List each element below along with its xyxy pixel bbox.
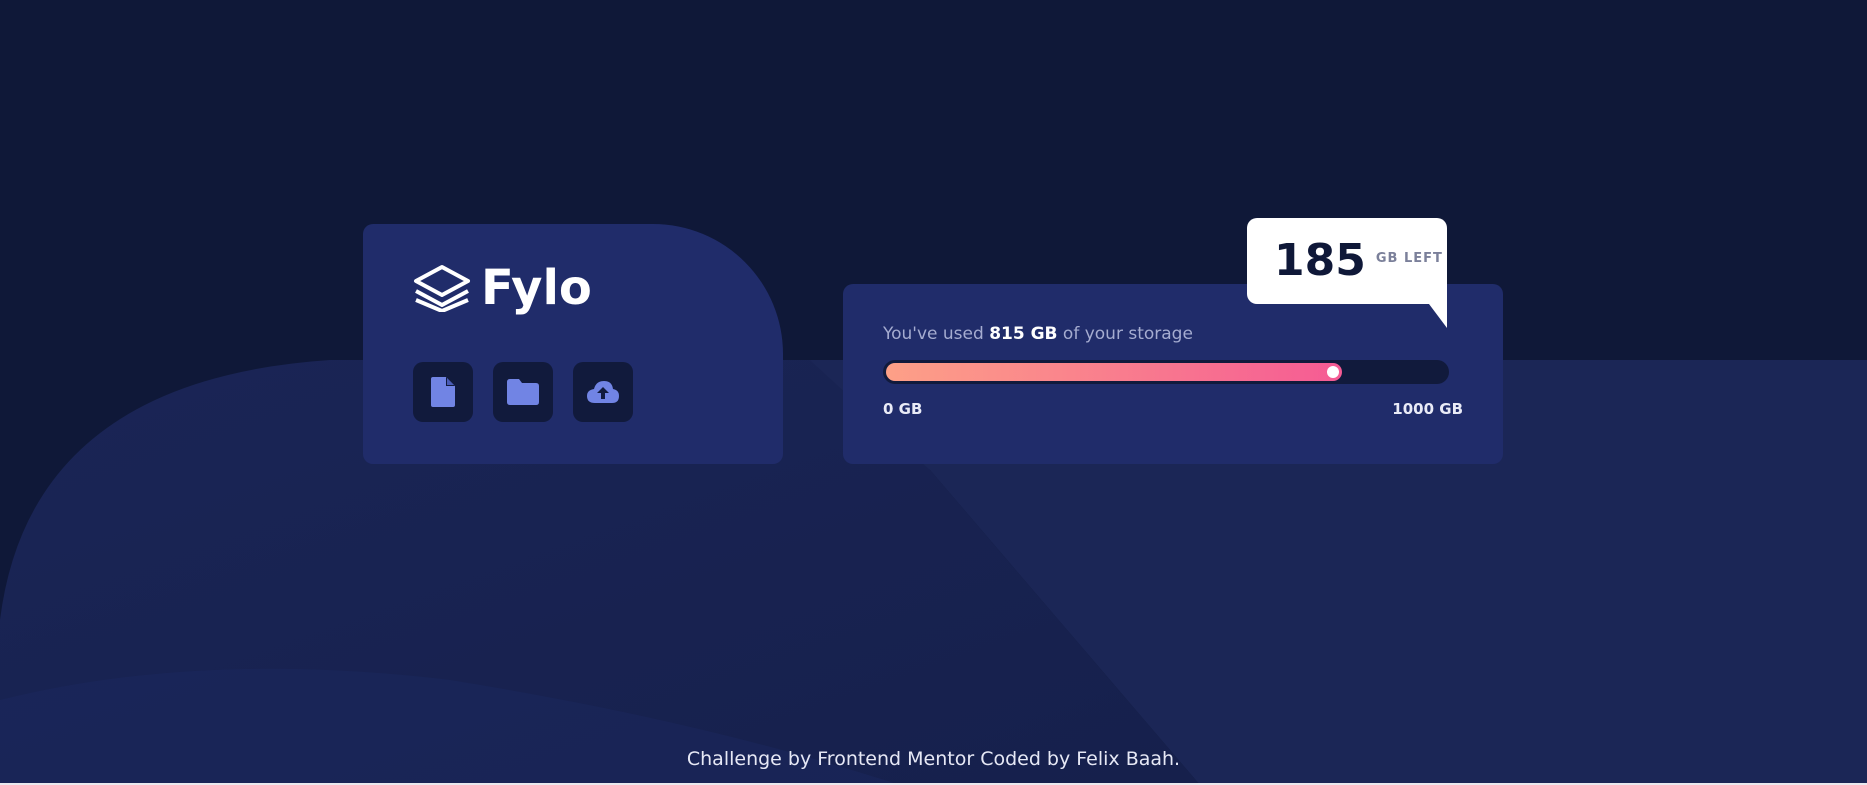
brand-card: Fylo (363, 224, 783, 464)
remaining-storage-bubble: 185 GB LEFT (1247, 218, 1447, 328)
folder-button[interactable] (493, 362, 553, 422)
usage-amount: 815 GB (989, 324, 1058, 344)
scale-min-label: 0 GB (883, 400, 923, 418)
brand-name: Fylo (481, 260, 592, 316)
usage-suffix: of your storage (1062, 324, 1193, 344)
storage-progress-bar (883, 360, 1449, 384)
cloud-upload-icon (587, 381, 619, 403)
upload-button[interactable] (573, 362, 633, 422)
document-icon (431, 377, 455, 407)
logo: Fylo (413, 264, 592, 312)
folder-icon (507, 379, 539, 405)
storage-card: You've used 815 GB of your storage 0 GB … (843, 284, 1503, 464)
remaining-unit: GB LEFT (1375, 250, 1443, 266)
layers-icon (413, 264, 471, 312)
tool-buttons (413, 362, 633, 422)
scale-max-label: 1000 GB (1392, 400, 1463, 418)
usage-prefix: You've used (883, 324, 984, 344)
document-button[interactable] (413, 362, 473, 422)
bubble-tail (1429, 304, 1447, 328)
storage-progress-fill (886, 363, 1342, 381)
attribution-footer: Challenge by Frontend Mentor Coded by Fe… (686, 748, 1181, 770)
storage-usage-text: You've used 815 GB of your storage (883, 324, 1193, 344)
progress-knob (1327, 366, 1339, 378)
remaining-value: 185 (1274, 235, 1366, 286)
